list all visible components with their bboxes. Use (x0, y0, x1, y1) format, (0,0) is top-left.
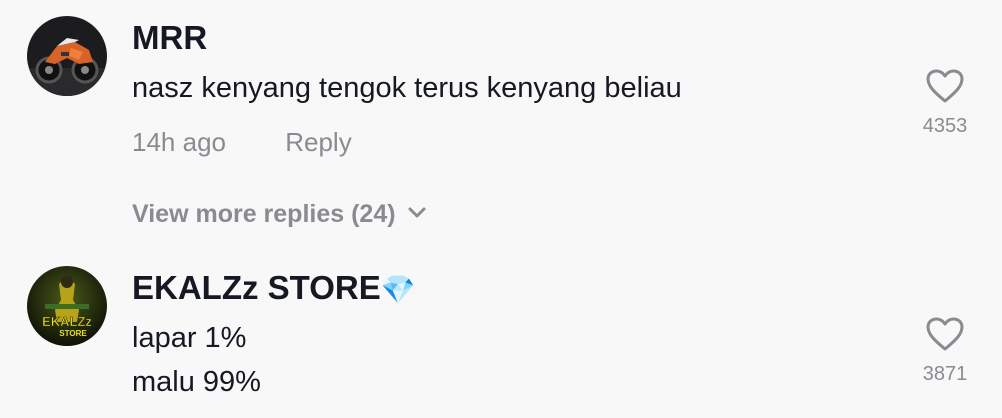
chevron-down-icon (408, 207, 426, 218)
heart-outline-icon[interactable] (925, 68, 965, 104)
motorcycle-avatar-icon (27, 16, 107, 96)
comment-text-line: nasz kenyang tengok terus kenyang beliau (132, 72, 682, 104)
ekalzz-store-logo-avatar-icon: EKALZz STORE (27, 266, 107, 346)
comment-username[interactable]: MRR (132, 18, 207, 58)
comment-timestamp: 14h ago (132, 127, 226, 157)
like-count: 4353 (922, 115, 968, 137)
avatar-logo-subtext: STORE (59, 329, 87, 338)
avatar-ekalzz-store[interactable]: EKALZz STORE (27, 266, 107, 346)
comment-text-line: malu 99% (132, 366, 261, 398)
avatar-mrr[interactable] (27, 16, 107, 96)
like-control: 4353 (909, 68, 981, 138)
diamond-emoji-icon: 💎 (380, 274, 416, 305)
comment-text-line: lapar 1% (132, 322, 247, 354)
comments-panel: MRR nasz kenyang tengok terus kenyang be… (0, 0, 1002, 418)
comment-username-text: EKALZz STORE (132, 269, 381, 306)
avatar-logo-text: EKALZz (42, 314, 92, 329)
like-control: 3871 (909, 316, 981, 386)
view-more-replies-button[interactable]: View more replies (24) (132, 198, 426, 230)
like-count: 3871 (922, 363, 968, 385)
reply-button[interactable]: Reply (285, 127, 351, 157)
comment-username[interactable]: EKALZz STORE💎 (132, 268, 416, 310)
comment-meta: 14h ago Reply (132, 126, 352, 158)
view-more-replies-label: View more replies (24) (132, 200, 396, 228)
heart-outline-icon[interactable] (925, 316, 965, 352)
